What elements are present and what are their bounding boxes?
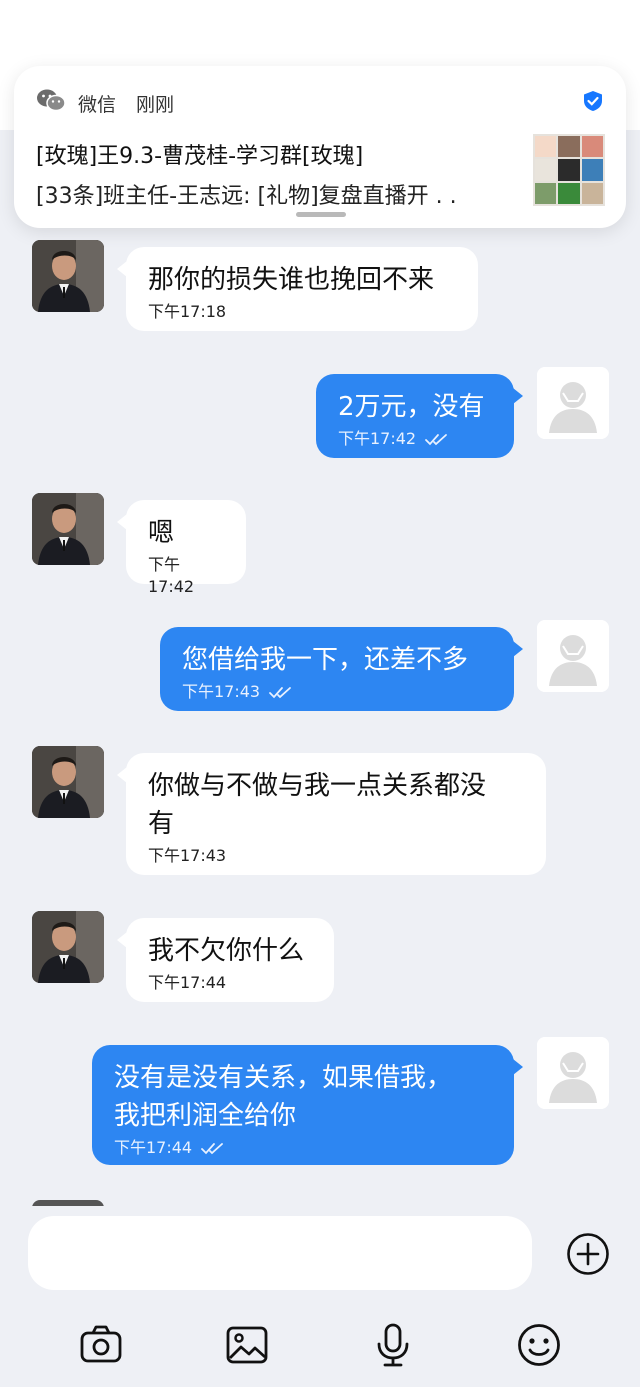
contact-avatar[interactable] [32,240,104,312]
contact-avatar[interactable] [32,746,104,818]
composer-bar [0,1206,640,1387]
wechat-icon [37,89,66,112]
read-check-icon [268,685,294,699]
message-bubble[interactable]: 您借给我一下，还差不多下午17:43 [160,627,514,711]
message-text: 我把利润全给你 [114,1101,297,1131]
group-avatar [533,134,605,206]
bubble-tail [117,767,127,783]
bubble-tail [117,514,127,530]
message-bubble[interactable]: 你做与不做与我一点关系都没有下午17:43 [126,753,546,875]
message-text: 我不欠你什么 [148,936,305,966]
message-bubble[interactable]: 没有是没有关系，如果借我， 我把利润全给你下午17:44 [92,1045,514,1165]
message-time: 下午17:44 [114,1138,193,1157]
message-text: 有 [148,809,175,839]
message-time: 下午17:44 [148,973,227,992]
bubble-tail [513,641,523,657]
my-avatar[interactable] [537,367,609,439]
message-text: 2万元，没有 [338,392,485,422]
my-avatar[interactable] [537,620,609,692]
message-bubble[interactable]: 2万元，没有下午17:42 [316,374,514,458]
message-bubble[interactable]: 我不欠你什么下午17:44 [126,918,334,1002]
message-time: 下午17:18 [148,302,227,321]
camera-icon[interactable] [78,1322,124,1368]
my-avatar[interactable] [537,1037,609,1109]
notification-title: [玫瑰]王9.3-曹茂桂-学习群[玫瑰] [36,144,364,169]
message-time: 下午17:42 [148,555,195,596]
image-icon[interactable] [224,1322,270,1368]
plus-circle-icon[interactable] [566,1232,610,1276]
message-time: 下午17:42 [338,429,417,448]
read-check-icon [200,1141,226,1155]
message-time: 下午17:43 [182,682,261,701]
contact-avatar[interactable] [32,911,104,983]
message-text: 你做与不做与我一点关系都没 [148,771,487,801]
message-bubble[interactable]: 嗯下午17:42 [126,500,246,596]
contact-avatar[interactable] [32,493,104,565]
verified-shield-icon [584,91,602,111]
message-text: 您借给我一下，还差不多 [182,645,469,675]
notification-handle[interactable] [296,212,346,217]
message-text: 嗯 [148,518,175,548]
message-text: 没有是没有关系，如果借我， [114,1063,453,1093]
microphone-icon[interactable] [370,1322,416,1368]
notification-app-name: 微信 [78,94,117,116]
emoji-icon[interactable] [516,1322,562,1368]
notification-banner[interactable]: 微信 刚刚 [玫瑰]王9.3-曹茂桂-学习群[玫瑰] [33条]班主任-王志远:… [14,66,626,228]
bubble-tail [117,261,127,277]
message-input[interactable] [28,1216,532,1290]
notification-time: 刚刚 [136,94,175,116]
bubble-tail [117,932,127,948]
message-text: 那你的损失谁也挽回不来 [148,265,435,295]
message-time: 下午17:43 [148,846,227,865]
notification-body: [33条]班主任-王志远: [礼物]复盘直播开 . . [36,184,457,209]
bubble-tail [513,388,523,404]
message-bubble[interactable]: 那你的损失谁也挽回不来下午17:18 [126,247,478,331]
read-check-icon [424,432,450,446]
bubble-tail [513,1059,523,1075]
